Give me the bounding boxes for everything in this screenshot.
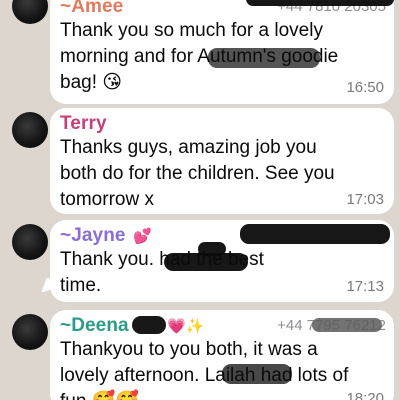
message-time: 17:03 xyxy=(346,191,384,208)
redaction-scribble xyxy=(246,0,394,6)
message-amee[interactable]: ~Amee +44 7810 20305 Thank you so much f… xyxy=(0,0,400,106)
heart-emoji-icon: 💕 xyxy=(133,228,152,245)
sender-name[interactable]: ~Deena xyxy=(60,315,129,336)
message-line: fun 🥰🥰 xyxy=(60,389,380,400)
message-line: Thanks guys, amazing job you xyxy=(60,137,317,158)
message-time: 17:13 xyxy=(346,278,384,295)
message-line: Thank you so much for a lovely xyxy=(60,20,323,41)
message-line: bag! 😘 xyxy=(60,72,123,93)
message-line: both do for the children. See you xyxy=(60,163,335,184)
redaction-scribble xyxy=(312,318,382,332)
message-line: time. xyxy=(60,275,102,296)
avatar[interactable] xyxy=(12,224,48,260)
message-line: tomorrow x xyxy=(60,189,154,210)
avatar[interactable] xyxy=(12,314,48,350)
message-line: lovely afternoon. Lailah had lots of xyxy=(60,365,349,386)
message-bubble[interactable]: Terry Thanks guys, amazing job you both … xyxy=(50,108,394,214)
heart-sparkles-emoji-icon: 💗✨ xyxy=(167,318,205,335)
avatar[interactable] xyxy=(12,112,48,148)
avatar[interactable] xyxy=(12,0,48,24)
redaction-scribble xyxy=(164,253,248,271)
message-jayne[interactable]: ~Jayne 💕 Thank you. had the best time. 1… xyxy=(0,220,400,304)
message-text: Thanks guys, amazing job you both do for… xyxy=(60,135,380,213)
message-bubble[interactable]: ~Deena 💗✨ +44 7795 76212 Thankyou to you… xyxy=(50,310,394,400)
sender-name[interactable]: ~Amee xyxy=(60,0,123,17)
sender-name[interactable]: Terry xyxy=(60,113,107,134)
redaction-scribble xyxy=(240,224,390,244)
redaction-scribble xyxy=(132,316,166,334)
message-time: 16:50 xyxy=(346,79,384,96)
message-line: Thankyou to you both, it was a xyxy=(60,339,318,360)
redaction-scribble xyxy=(208,48,320,68)
message-terry[interactable]: Terry Thanks guys, amazing job you both … xyxy=(0,108,400,218)
sender-name[interactable]: ~Jayne xyxy=(60,225,126,246)
message-bubble[interactable]: ~Amee +44 7810 20305 Thank you so much f… xyxy=(50,0,394,104)
redaction-scribble xyxy=(222,364,292,384)
chat-transcript: ~Amee +44 7810 20305 Thank you so much f… xyxy=(0,0,400,400)
message-time: 18:20 xyxy=(346,390,384,400)
message-deena[interactable]: ~Deena 💗✨ +44 7795 76212 Thankyou to you… xyxy=(0,310,400,400)
message-text: Thankyou to you both, it was a lovely af… xyxy=(60,337,380,400)
message-bubble[interactable]: ~Jayne 💕 Thank you. had the best time. 1… xyxy=(50,220,394,302)
